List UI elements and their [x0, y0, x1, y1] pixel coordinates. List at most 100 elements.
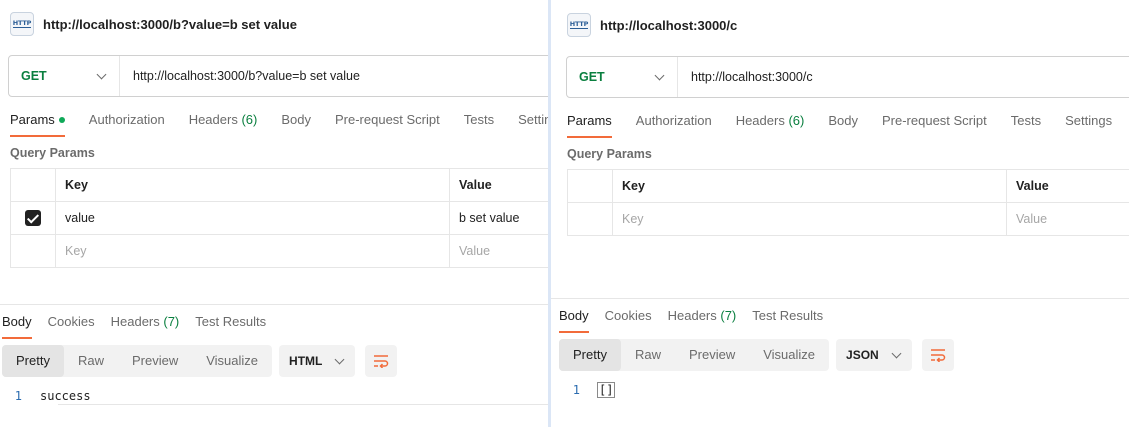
param-key-cell[interactable]: value	[55, 201, 450, 235]
code-line: 1 []	[551, 381, 616, 399]
wrap-lines-icon	[374, 355, 389, 368]
view-visualize-button[interactable]: Visualize	[749, 339, 829, 371]
response-tab-headers[interactable]: Headers (7)	[111, 313, 180, 339]
method-label: GET	[579, 70, 605, 84]
key-column-header: Key	[612, 169, 1007, 203]
view-mode-segment: Pretty Raw Preview Visualize	[2, 345, 273, 377]
url-input[interactable]: http://localhost:3000/b?value=b set valu…	[120, 69, 360, 83]
tab-tests[interactable]: Tests	[464, 111, 494, 137]
request-tabs: Params Authorization Headers (6) Body Pr…	[567, 112, 1129, 138]
response-tabs: Body Cookies Headers (7) Test Results	[559, 307, 839, 333]
key-placeholder[interactable]: Key	[612, 202, 1007, 236]
request-title[interactable]: http://localhost:3000/b?value=b set valu…	[43, 17, 297, 32]
method-label: GET	[21, 69, 47, 83]
headers-count: (6)	[788, 113, 805, 128]
tab-pre-request-script[interactable]: Pre-request Script	[882, 112, 987, 138]
table-row: value b set value	[10, 201, 548, 235]
http-icon: HTTP	[567, 13, 591, 37]
checkbox-checked-icon[interactable]	[25, 210, 41, 226]
table-header-row: Key Value	[10, 168, 548, 202]
response-toolbar: Pretty Raw Preview Visualize HTML	[2, 345, 398, 377]
tab-headers[interactable]: Headers (6)	[189, 111, 258, 137]
format-label: JSON	[846, 348, 879, 362]
request-pane-right: HTTP http://localhost:3000/c GET http://…	[551, 0, 1129, 427]
tab-params[interactable]: Params	[567, 112, 612, 138]
view-preview-button[interactable]: Preview	[675, 339, 749, 371]
response-tab-cookies[interactable]: Cookies	[48, 313, 95, 339]
url-bar: GET http://localhost:3000/c	[566, 56, 1129, 98]
tab-body[interactable]: Body	[828, 112, 858, 138]
wrap-lines-button[interactable]	[365, 345, 398, 377]
view-pretty-button[interactable]: Pretty	[559, 339, 621, 371]
code-underline	[58, 404, 548, 405]
response-body-text[interactable]: success	[40, 389, 91, 403]
view-visualize-button[interactable]: Visualize	[192, 345, 272, 377]
response-headers-count: (7)	[163, 314, 180, 329]
tab-authorization[interactable]: Authorization	[636, 112, 712, 138]
request-title-row: HTTP http://localhost:3000/c	[567, 12, 737, 38]
url-input[interactable]: http://localhost:3000/c	[678, 70, 813, 84]
tab-settings[interactable]: Settin	[518, 111, 548, 137]
value-placeholder[interactable]: Value	[1006, 202, 1129, 236]
response-tab-body[interactable]: Body	[2, 313, 32, 339]
response-tab-cookies[interactable]: Cookies	[605, 307, 652, 333]
response-body-text[interactable]: []	[596, 382, 616, 398]
method-select[interactable]: GET	[9, 56, 120, 96]
method-select[interactable]: GET	[567, 57, 678, 97]
query-params-label: Query Params	[10, 146, 95, 160]
tab-pre-request-script[interactable]: Pre-request Script	[335, 111, 440, 137]
tab-settings[interactable]: Settings	[1065, 112, 1112, 138]
key-placeholder[interactable]: Key	[55, 234, 450, 268]
view-raw-button[interactable]: Raw	[621, 339, 675, 371]
tab-tests[interactable]: Tests	[1011, 112, 1041, 138]
table-header-row: Key Value	[567, 169, 1129, 203]
format-select[interactable]: JSON	[836, 339, 912, 371]
format-label: HTML	[289, 354, 323, 368]
query-params-table: Key Value value b set value Key Value	[10, 168, 548, 268]
request-pane-left: HTTP http://localhost:3000/b?value=b set…	[0, 0, 548, 427]
params-active-dot-icon	[58, 116, 65, 123]
url-bar: GET http://localhost:3000/b?value=b set …	[8, 55, 548, 97]
response-toolbar: Pretty Raw Preview Visualize JSON	[559, 339, 954, 371]
key-column-header: Key	[55, 168, 450, 202]
http-icon: HTTP	[10, 12, 34, 36]
chevron-down-icon	[96, 69, 107, 79]
table-row: Key Value	[10, 234, 548, 268]
tab-params[interactable]: Params	[10, 111, 65, 137]
request-tabs: Params Authorization Headers (6) Body Pr…	[10, 111, 548, 137]
param-value-cell[interactable]: b set value	[449, 201, 548, 235]
response-tab-test-results[interactable]: Test Results	[752, 307, 823, 333]
request-title-row: HTTP http://localhost:3000/b?value=b set…	[10, 11, 297, 37]
response-divider	[551, 298, 1129, 299]
response-tab-body[interactable]: Body	[559, 307, 589, 333]
line-number: 1	[572, 383, 580, 397]
response-tab-headers[interactable]: Headers (7)	[668, 307, 737, 333]
tab-headers[interactable]: Headers (6)	[736, 112, 805, 138]
empty-checkbox-cell	[10, 234, 56, 268]
chevron-down-icon	[334, 354, 345, 364]
response-tabs: Body Cookies Headers (7) Test Results	[2, 313, 282, 339]
response-tab-test-results[interactable]: Test Results	[195, 313, 266, 339]
code-line: 1 success	[0, 387, 91, 405]
wrap-lines-icon	[930, 349, 945, 362]
format-select[interactable]: HTML	[279, 345, 356, 377]
header-checkbox-cell	[567, 169, 613, 203]
tab-authorization[interactable]: Authorization	[89, 111, 165, 137]
headers-count: (6)	[241, 112, 258, 127]
view-preview-button[interactable]: Preview	[118, 345, 192, 377]
chevron-down-icon	[891, 348, 902, 358]
query-params-table: Key Value Key Value	[567, 169, 1129, 236]
wrap-lines-button[interactable]	[921, 339, 954, 371]
view-raw-button[interactable]: Raw	[64, 345, 118, 377]
request-title[interactable]: http://localhost:3000/c	[600, 18, 737, 33]
value-column-header: Value	[1006, 169, 1129, 203]
value-placeholder[interactable]: Value	[449, 234, 548, 268]
response-headers-count: (7)	[720, 308, 737, 323]
empty-checkbox-cell	[567, 202, 613, 236]
view-pretty-button[interactable]: Pretty	[2, 345, 64, 377]
response-divider	[0, 304, 548, 305]
line-number: 1	[14, 389, 22, 403]
header-checkbox-cell	[10, 168, 56, 202]
tab-body[interactable]: Body	[281, 111, 311, 137]
row-checkbox-cell	[10, 201, 56, 235]
